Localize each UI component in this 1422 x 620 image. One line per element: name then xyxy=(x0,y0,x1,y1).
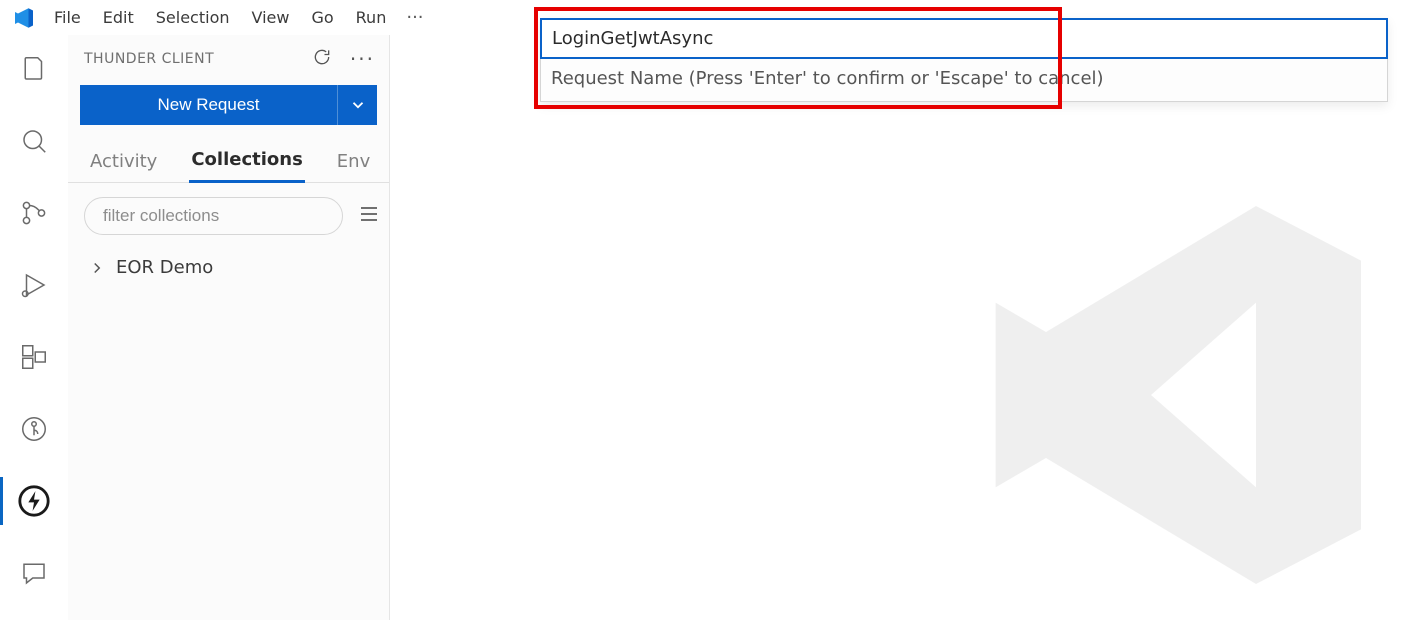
thunder-tabs: Activity Collections Env xyxy=(68,135,389,183)
filter-collections-input[interactable] xyxy=(84,197,343,235)
chevron-down-icon xyxy=(349,96,367,114)
activity-explorer[interactable] xyxy=(13,49,55,89)
tab-collections[interactable]: Collections xyxy=(189,143,304,183)
chevron-right-icon xyxy=(88,259,106,277)
sidebar-header: THUNDER CLIENT ··· xyxy=(68,35,389,77)
collections-tree: EOR Demo xyxy=(68,241,389,294)
new-request-button[interactable]: New Request xyxy=(80,85,337,125)
menu-view[interactable]: View xyxy=(242,4,300,31)
tab-env[interactable]: Env xyxy=(335,145,372,182)
activity-source-control[interactable] xyxy=(13,193,55,233)
reload-icon[interactable] xyxy=(312,47,332,71)
sidebar: THUNDER CLIENT ··· New Request Activity … xyxy=(68,35,390,620)
activity-search[interactable] xyxy=(13,121,55,161)
activity-bar xyxy=(0,35,68,620)
menu-go[interactable]: Go xyxy=(301,4,343,31)
editor-area xyxy=(390,35,1422,620)
sidebar-title: THUNDER CLIENT xyxy=(84,51,214,67)
quick-input-hint: Request Name (Press 'Enter' to confirm o… xyxy=(541,58,1387,101)
more-actions-icon[interactable]: ··· xyxy=(350,49,375,69)
menu-run[interactable]: Run xyxy=(346,4,397,31)
menu-edit[interactable]: Edit xyxy=(93,4,144,31)
menu-overflow-icon[interactable]: ··· xyxy=(398,3,431,32)
new-request-dropdown[interactable] xyxy=(337,85,377,125)
vscode-logo-icon xyxy=(6,6,42,30)
request-name-input[interactable] xyxy=(541,19,1387,58)
menu-selection[interactable]: Selection xyxy=(146,4,240,31)
activity-extensions[interactable] xyxy=(13,337,55,377)
collections-sort-icon[interactable] xyxy=(357,202,381,230)
collection-name: EOR Demo xyxy=(116,257,213,278)
vscode-watermark-icon xyxy=(962,185,1382,605)
activity-thunder-client[interactable] xyxy=(13,481,55,521)
menu-file[interactable]: File xyxy=(44,4,91,31)
activity-comments[interactable] xyxy=(13,553,55,593)
collection-item[interactable]: EOR Demo xyxy=(74,251,383,284)
activity-run-debug[interactable] xyxy=(13,265,55,305)
tab-activity[interactable]: Activity xyxy=(88,145,159,182)
quick-input-panel: Request Name (Press 'Enter' to confirm o… xyxy=(540,18,1388,102)
activity-git-graph[interactable] xyxy=(13,409,55,449)
